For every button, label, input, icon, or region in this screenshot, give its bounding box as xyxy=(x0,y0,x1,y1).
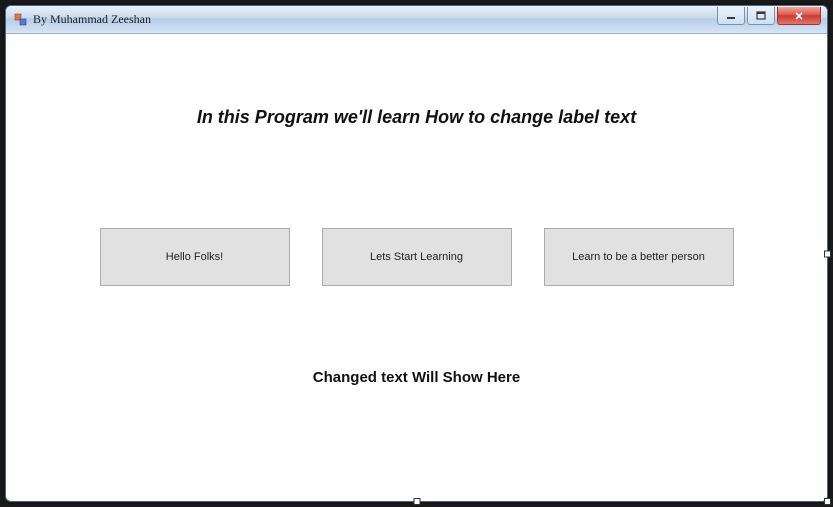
app-icon xyxy=(14,13,28,27)
designer-handle-right[interactable] xyxy=(824,250,831,257)
designer-handle-bottom[interactable] xyxy=(413,498,420,505)
hello-folks-button[interactable]: Hello Folks! xyxy=(100,228,290,286)
designer-handle-corner[interactable] xyxy=(824,498,831,505)
window-title: By Muhammad Zeeshan xyxy=(33,12,151,27)
close-icon xyxy=(793,11,805,21)
minimize-button[interactable] xyxy=(717,7,745,25)
heading-label: In this Program we'll learn How to chang… xyxy=(14,107,819,128)
lets-start-learning-button[interactable]: Lets Start Learning xyxy=(322,228,512,286)
minimize-icon xyxy=(726,12,736,20)
app-window: By Muhammad Zeeshan In this Program we'l… xyxy=(5,5,828,502)
button-row: Hello Folks! Lets Start Learning Learn t… xyxy=(14,228,819,286)
titlebar[interactable]: By Muhammad Zeeshan xyxy=(6,6,827,34)
learn-better-person-button[interactable]: Learn to be a better person xyxy=(544,228,734,286)
client-area: In this Program we'll learn How to chang… xyxy=(14,42,819,493)
maximize-icon xyxy=(756,11,766,21)
output-label: Changed text Will Show Here xyxy=(14,369,819,386)
window-controls xyxy=(717,7,821,25)
close-button[interactable] xyxy=(777,7,821,25)
maximize-button[interactable] xyxy=(747,7,775,25)
